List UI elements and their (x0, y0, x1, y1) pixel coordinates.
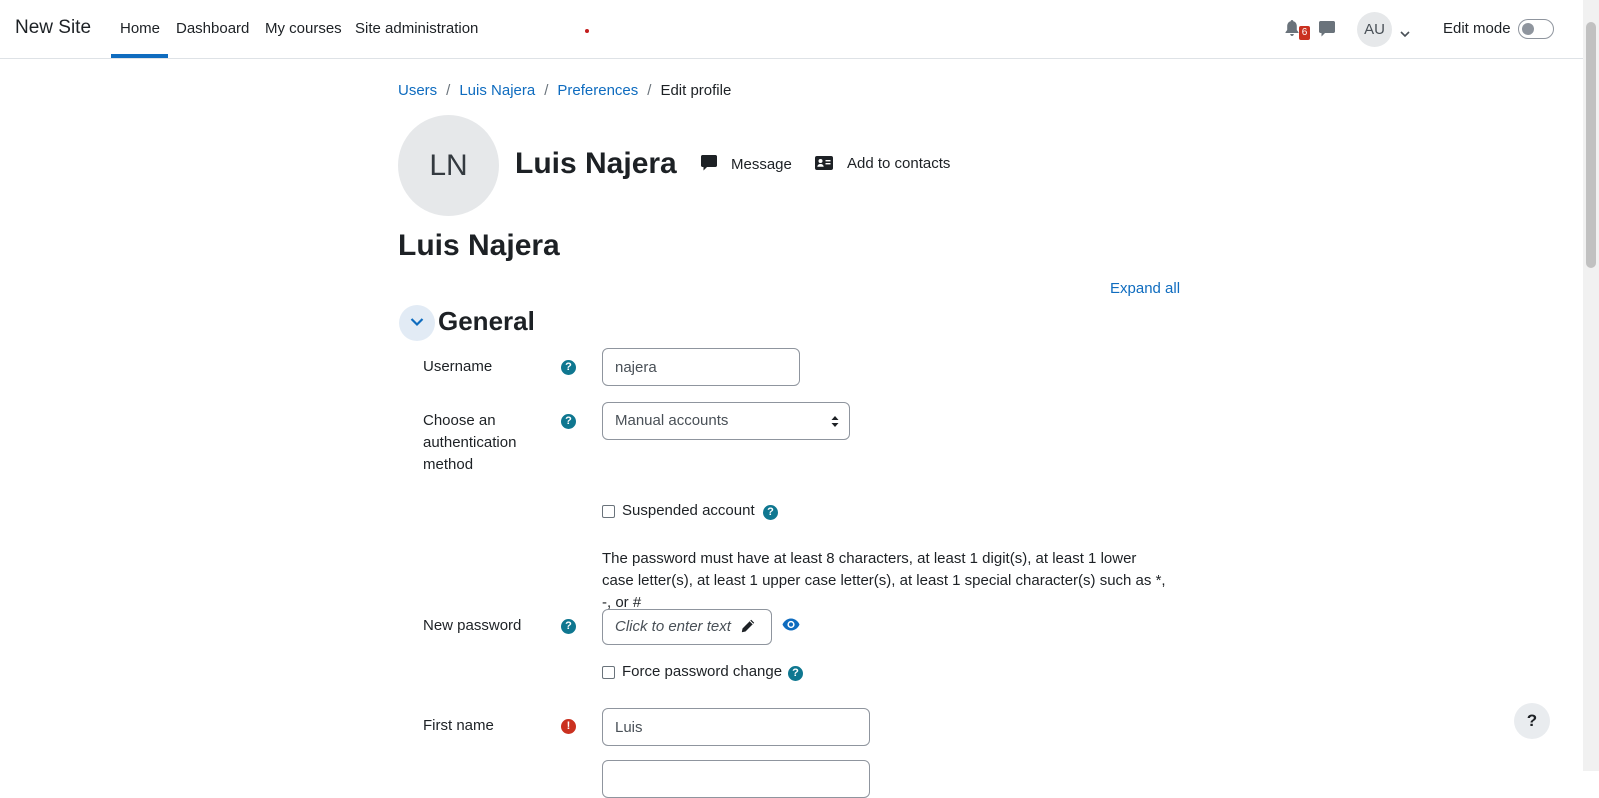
page-title: Luis Najera (398, 229, 560, 262)
auth-method-value: Manual accounts (615, 412, 729, 429)
breadcrumb-separator: / (647, 82, 652, 99)
message-label: Message (731, 156, 792, 173)
suspended-account-checkbox[interactable] (602, 505, 615, 518)
expand-all-link[interactable]: Expand all (1110, 280, 1180, 297)
breadcrumb-separator: / (544, 82, 549, 99)
show-password-icon[interactable] (782, 618, 800, 636)
pencil-icon (741, 619, 755, 633)
first-name-label: First name (423, 717, 494, 734)
breadcrumb-users[interactable]: Users (398, 82, 437, 99)
force-password-change-checkbox[interactable] (602, 666, 615, 679)
help-icon[interactable]: ? (561, 414, 576, 429)
required-icon: ! (561, 719, 576, 734)
site-brand[interactable]: New Site (15, 17, 91, 39)
nav-active-indicator (111, 54, 168, 58)
new-password-label: New password (423, 617, 522, 634)
breadcrumb-separator: / (446, 82, 451, 99)
add-to-contacts-label: Add to contacts (847, 155, 951, 172)
notification-bell-icon[interactable] (1285, 20, 1299, 41)
messages-icon[interactable] (1319, 21, 1335, 42)
message-icon (701, 155, 717, 171)
nav-site-administration[interactable]: Site administration (355, 20, 478, 37)
notification-count-badge: 6 (1299, 26, 1310, 40)
nav-my-courses[interactable]: My courses (265, 20, 342, 37)
nav-home[interactable]: Home (120, 20, 160, 37)
message-button[interactable]: Message (701, 155, 792, 173)
status-dot (585, 29, 589, 33)
suspended-account-label[interactable]: Suspended account (622, 502, 755, 519)
breadcrumb-preferences[interactable]: Preferences (557, 82, 638, 99)
breadcrumb: Users / Luis Najera / Preferences / Edit profi… (398, 82, 731, 99)
first-name-field[interactable] (602, 708, 870, 746)
select-arrows-icon (831, 416, 839, 427)
breadcrumb-user-name[interactable]: Luis Najera (459, 82, 535, 99)
help-icon[interactable]: ? (561, 619, 576, 634)
help-icon[interactable]: ? (763, 505, 778, 520)
scrollbar-thumb[interactable] (1586, 22, 1596, 268)
help-icon[interactable]: ? (561, 360, 576, 375)
add-to-contacts-button[interactable]: Add to contacts (815, 155, 950, 172)
new-password-field[interactable]: Click to enter text (602, 609, 772, 645)
username-label: Username (423, 358, 493, 375)
auth-method-label: Choose an authentication method (423, 412, 517, 473)
user-avatar[interactable]: AU (1357, 12, 1392, 47)
chevron-down-icon[interactable] (1400, 25, 1410, 43)
profile-name: Luis Najera (515, 147, 677, 180)
profile-avatar: LN (398, 115, 499, 216)
help-button[interactable]: ? (1514, 703, 1550, 739)
auth-method-select[interactable]: Manual accounts (602, 402, 850, 440)
section-title: General (438, 306, 535, 336)
new-password-placeholder: Click to enter text (615, 618, 731, 635)
edit-mode-label: Edit mode (1443, 20, 1511, 37)
breadcrumb-current: Edit profile (660, 82, 732, 99)
address-card-icon (815, 156, 833, 170)
nav-dashboard[interactable]: Dashboard (176, 20, 249, 37)
chevron-down-icon (410, 318, 424, 327)
edit-mode-toggle[interactable] (1518, 19, 1554, 39)
help-icon[interactable]: ? (788, 666, 803, 681)
username-field[interactable] (602, 348, 800, 386)
password-policy-text: The password must have at least 8 charac… (602, 550, 1166, 611)
surname-field[interactable] (602, 760, 870, 798)
section-collapse-button[interactable] (399, 305, 435, 341)
force-password-change-label[interactable]: Force password change (622, 663, 782, 680)
top-navbar: New Site Home Dashboard My courses Site … (0, 0, 1583, 59)
